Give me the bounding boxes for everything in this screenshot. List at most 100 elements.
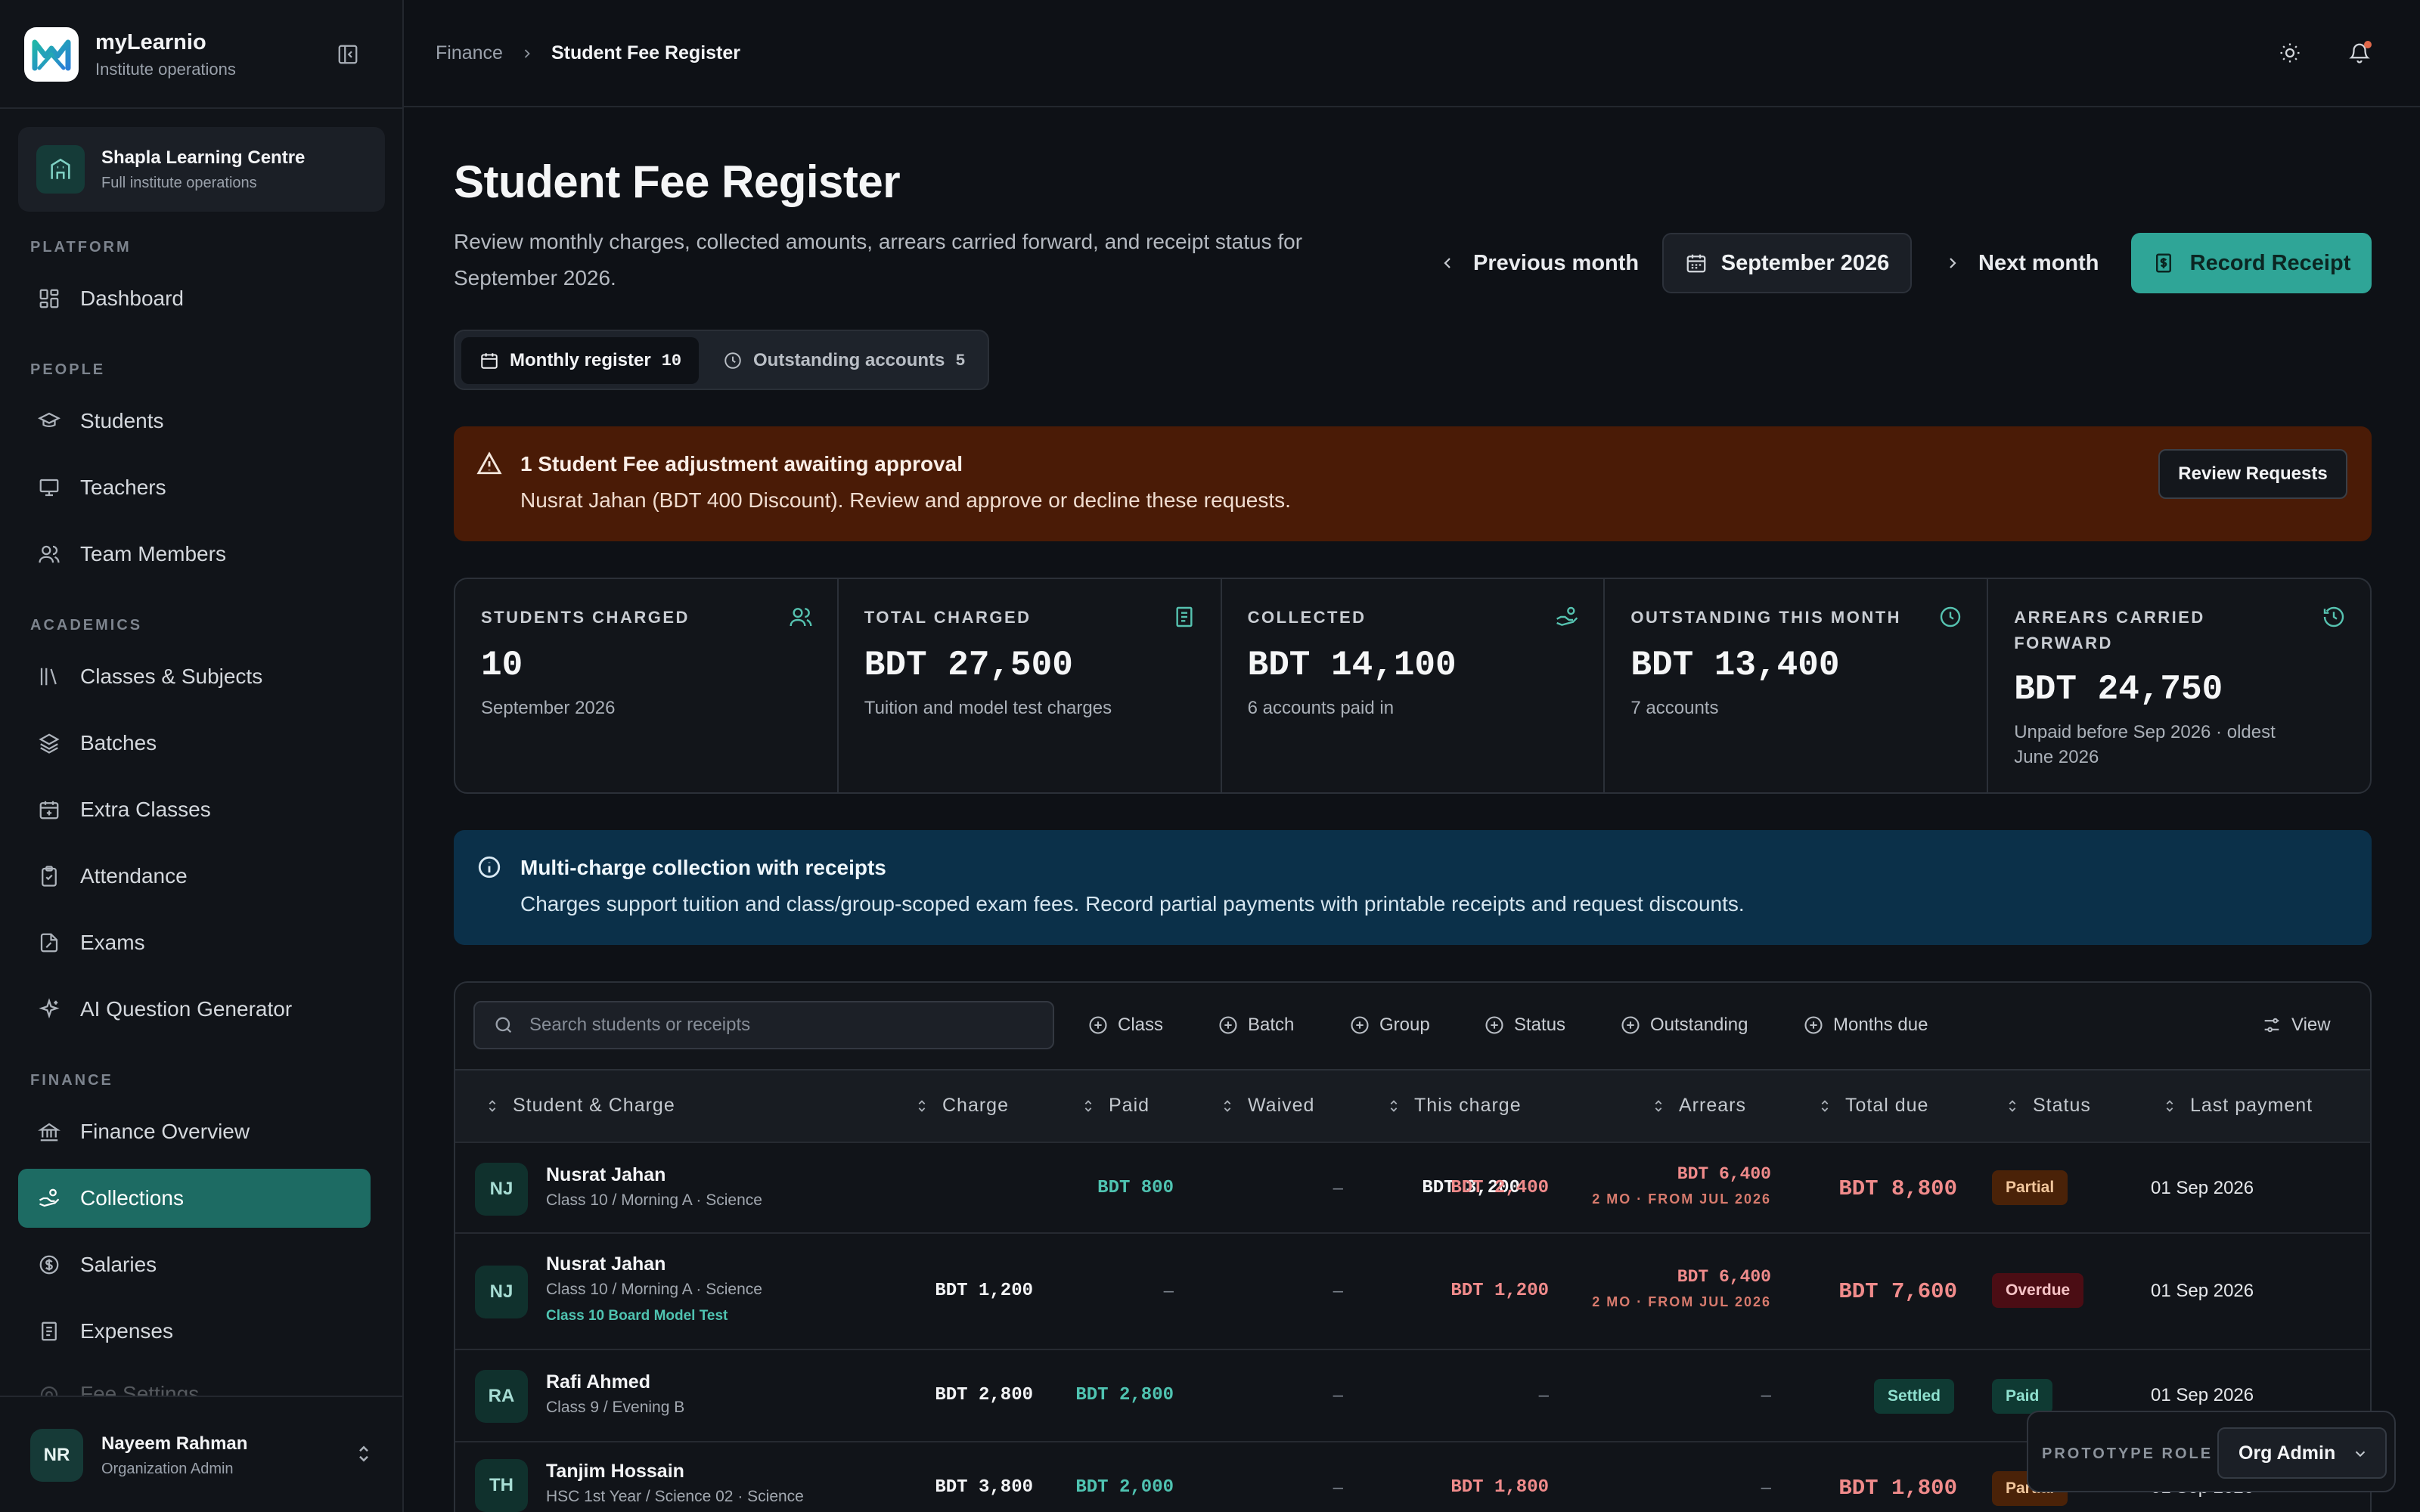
column-paid[interactable]: Paid [1080, 1095, 1150, 1117]
sidebar-item-expenses[interactable]: Expenses [18, 1302, 371, 1361]
sidebar-item-teachers[interactable]: Teachers [18, 458, 371, 517]
previous-month-button[interactable]: Previous month [1438, 233, 1639, 293]
filter-status[interactable]: Status [1484, 1010, 1565, 1040]
kpi-label: ARREARS CARRIED FORWARD [2014, 608, 2205, 652]
sidebar-divider [0, 107, 402, 109]
sidebar-item-label: Dashboard [80, 287, 184, 310]
sort-icon [1385, 1098, 1402, 1114]
kpi-sub: Unpaid before Sep 2026 · oldest June 202… [2014, 722, 2276, 767]
sidebar-item-label: Batches [80, 731, 157, 754]
plus-circle-icon [1349, 1015, 1370, 1036]
sidebar-item-dashboard[interactable]: Dashboard [18, 269, 371, 328]
column-label: Charge [942, 1095, 1009, 1116]
column-arrears[interactable]: Arrears [1650, 1095, 1746, 1117]
sun-icon[interactable] [2275, 38, 2305, 68]
sidebar-item-extra-classes[interactable]: Extra Classes [18, 780, 371, 839]
presentation-icon [36, 475, 62, 500]
sidebar-item-label: Salaries [80, 1253, 157, 1276]
warning-triangle-icon [476, 451, 504, 478]
bell-icon[interactable] [2344, 38, 2375, 68]
sidebar-item-collections[interactable]: Collections [18, 1169, 371, 1228]
filter-batch[interactable]: Batch [1218, 1010, 1294, 1040]
filter-label: Months due [1833, 1015, 1928, 1035]
status-badge: Partial [1992, 1170, 2068, 1205]
kpi-arrears: ARREARS CARRIED FORWARD BDT 24,750 Unpai… [1988, 579, 2370, 792]
column-label: Paid [1109, 1095, 1150, 1116]
view-options-button[interactable]: View [2261, 1010, 2331, 1040]
tab-outstanding-accounts[interactable]: Outstanding accounts 5 [705, 337, 985, 384]
filter-outstanding[interactable]: Outstanding [1620, 1010, 1748, 1040]
column-waived[interactable]: Waived [1219, 1095, 1314, 1117]
clock-icon [723, 351, 743, 370]
breadcrumb-current: Student Fee Register [551, 42, 741, 64]
sidebar-item-ai-question-generator[interactable]: AI Question Generator [18, 980, 371, 1039]
kpi-label: OUTSTANDING THIS MONTH [1630, 608, 1902, 627]
last-payment-date: 01 Sep 2026 [2151, 1178, 2254, 1198]
record-receipt-button[interactable]: Record Receipt [2131, 233, 2372, 293]
prototype-role-value: Org Admin [2238, 1442, 2336, 1464]
filter-months-due[interactable]: Months due [1803, 1010, 1928, 1040]
month-picker[interactable]: September 2026 [1662, 233, 1912, 293]
building-icon [36, 145, 85, 194]
column-label: Arrears [1679, 1095, 1746, 1116]
sparkles-icon [36, 996, 62, 1022]
kpi-sub: September 2026 [481, 698, 616, 718]
filter-class[interactable]: Class [1087, 1010, 1163, 1040]
sidebar-item-attendance[interactable]: Attendance [18, 847, 371, 906]
chevrons-up-down-icon[interactable] [352, 1442, 375, 1465]
sidebar-item-team-members[interactable]: Team Members [18, 525, 371, 584]
next-month-button[interactable]: Next month [1944, 233, 2099, 293]
table-row[interactable]: NJ Nusrat Jahan Class 10 / Morning A · S… [455, 1232, 2370, 1349]
column-status[interactable]: Status [2004, 1095, 2091, 1117]
kpi-sub: Tuition and model test charges [864, 698, 1112, 718]
filter-group[interactable]: Group [1349, 1010, 1430, 1040]
column-student[interactable]: Student & Charge [484, 1095, 675, 1117]
sidebar-item-exams[interactable]: Exams [18, 913, 371, 972]
tab-count: 5 [955, 351, 966, 370]
nav-section-finance: FINANCE [30, 1072, 113, 1089]
search-icon [493, 1015, 514, 1036]
org-switcher[interactable]: Shapla Learning Centre Full institute op… [18, 127, 385, 212]
sidebar-item-label: Classes & Subjects [80, 665, 263, 688]
search-input[interactable] [529, 1015, 1044, 1036]
sidebar-item-batches[interactable]: Batches [18, 714, 371, 773]
search-box[interactable] [473, 1001, 1054, 1049]
column-total-due[interactable]: Total due [1817, 1095, 1928, 1117]
sidebar-item-finance-overview[interactable]: Finance Overview [18, 1102, 371, 1161]
current-month-label: September 2026 [1720, 250, 1890, 275]
user-menu[interactable]: NR Nayeem Rahman Organization Admin [0, 1396, 402, 1512]
review-requests-button[interactable]: Review Requests [2158, 449, 2347, 499]
receipt-icon [36, 1318, 62, 1344]
prototype-role-select[interactable]: Org Admin [2217, 1427, 2387, 1479]
sidebar-item-classes-subjects[interactable]: Classes & Subjects [18, 647, 371, 706]
sidebar-item-students[interactable]: Students [18, 392, 371, 451]
brand[interactable]: myLearnio Institute operations [24, 26, 380, 83]
table-row[interactable]: NJ Nusrat Jahan Class 10 / Morning A · S… [455, 1142, 2370, 1232]
org-subtitle: Full institute operations [101, 174, 257, 191]
kpi-strip: STUDENTS CHARGED 10 September 2026 TOTAL… [454, 578, 2372, 794]
sidebar-item-label: Students [80, 409, 164, 432]
tab-monthly-register[interactable]: Monthly register 10 [461, 337, 699, 384]
clock-icon [1938, 605, 1964, 631]
alert-text: Nusrat Jahan (BDT 400 Discount). Review … [520, 488, 1291, 512]
alert-text: Charges support tuition and class/group-… [520, 892, 1745, 916]
sidebar: myLearnio Institute operations Shapla Le… [0, 0, 404, 1512]
exam-charge-link[interactable]: Class 10 Board Model Test [546, 1308, 728, 1325]
register-tabs: Monthly register 10 Outstanding accounts… [454, 330, 989, 390]
receipt-dollar-icon [2152, 252, 2175, 274]
column-last-payment[interactable]: Last payment [2161, 1095, 2313, 1117]
column-this-charge[interactable]: This charge [1385, 1095, 1522, 1117]
receipt-icon [1172, 605, 1198, 631]
settings-icon [36, 1382, 62, 1396]
column-charge[interactable]: Charge [914, 1095, 1009, 1117]
nav-section-platform: PLATFORM [30, 239, 132, 256]
sidebar-collapse-icon[interactable] [333, 39, 363, 70]
kpi-students-charged: STUDENTS CHARGED 10 September 2026 [455, 579, 839, 792]
chevron-down-icon [2352, 1445, 2369, 1462]
record-receipt-label: Record Receipt [2189, 250, 2351, 275]
chevron-right-icon [520, 46, 535, 61]
org-name: Shapla Learning Centre [101, 147, 306, 168]
breadcrumb-finance[interactable]: Finance [436, 42, 503, 64]
sidebar-item-fee-settings[interactable]: Fee Settings [18, 1368, 371, 1396]
sidebar-item-salaries[interactable]: Salaries [18, 1235, 371, 1294]
